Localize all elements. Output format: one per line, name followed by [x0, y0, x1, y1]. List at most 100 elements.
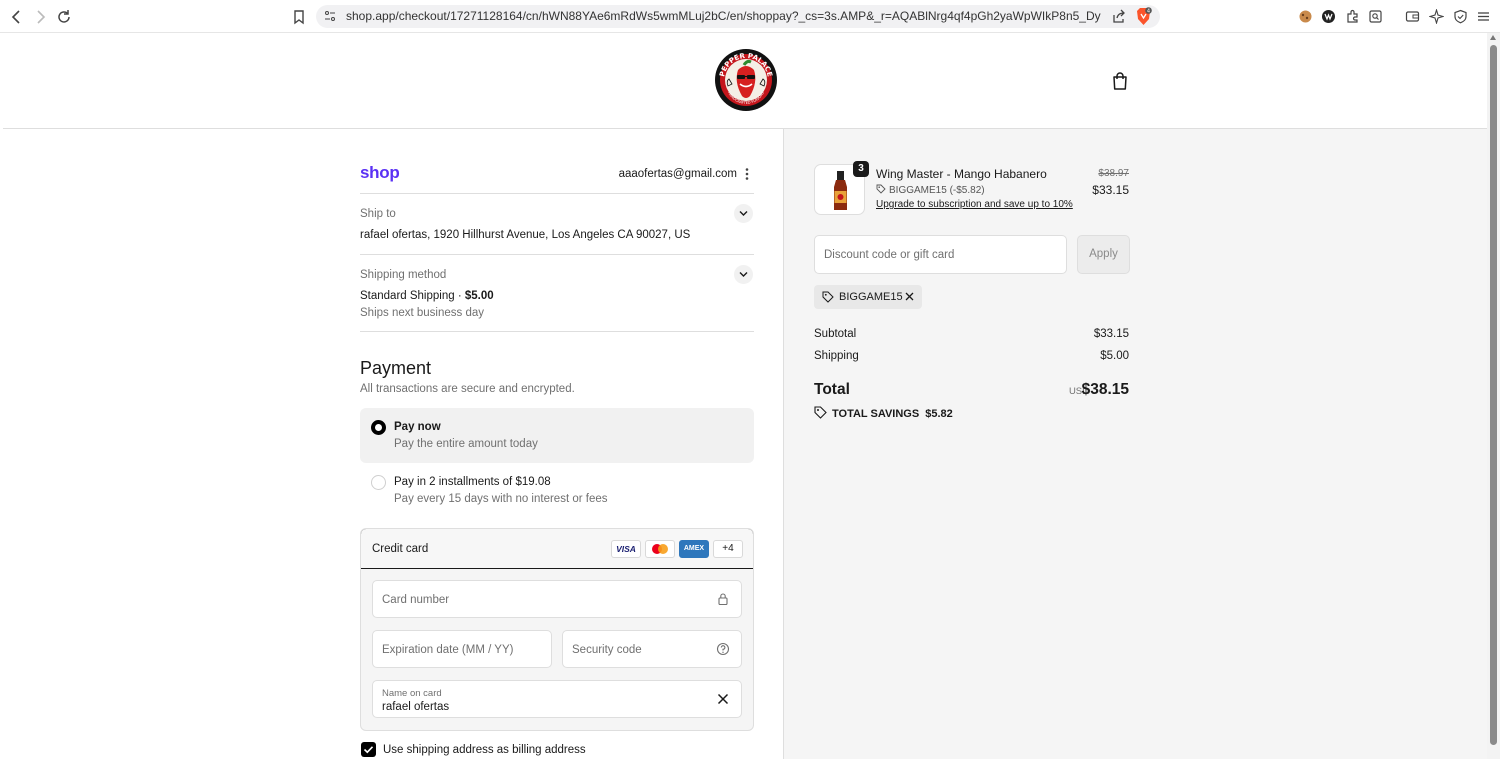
subtotal-label: Subtotal [814, 328, 857, 340]
forward-button[interactable] [31, 8, 49, 26]
pay-now-radio[interactable] [371, 420, 386, 435]
check-icon [363, 746, 374, 754]
total-savings-label: TOTAL SAVINGS [832, 408, 920, 420]
pay-now-sub: Pay the entire amount today [394, 438, 538, 450]
back-button[interactable] [8, 8, 26, 26]
credit-card-panel: Credit card VISA AMEX +4 Card number Exp… [360, 528, 754, 731]
divider [360, 331, 754, 332]
store-header: PEPPER PALACE HANDCRAFTED FLAVORS [3, 33, 1487, 129]
discount-code-input[interactable]: Discount code or gift card [814, 235, 1067, 274]
name-on-card-field[interactable]: Name on card rafael ofertas [372, 680, 742, 718]
pay-now-option[interactable]: Pay now Pay the entire amount today [360, 408, 754, 463]
credit-card-header[interactable]: Credit card VISA AMEX +4 [361, 529, 753, 569]
reload-button[interactable] [55, 8, 73, 26]
pay-installments-title: Pay in 2 installments of $19.08 [394, 476, 551, 488]
shipping-method-name: Standard Shipping · [360, 290, 465, 302]
ship-to-label: Ship to [360, 208, 396, 220]
mastercard-icon [645, 540, 675, 558]
billing-same-checkbox[interactable] [361, 742, 376, 757]
card-number-placeholder: Card number [382, 594, 450, 606]
bookmark-button[interactable] [290, 8, 308, 26]
subtotal-value: $33.15 [1093, 328, 1129, 340]
account-menu-icon[interactable] [744, 167, 750, 181]
url-text[interactable]: shop.app/checkout/17271128164/cn/hWN88YA… [346, 9, 1101, 23]
security-code-field[interactable]: Security code [562, 630, 742, 668]
total-savings-value: $5.82 [925, 408, 953, 420]
extension-privacy-icon[interactable] [1321, 9, 1336, 24]
address-bar[interactable]: shop.app/checkout/17271128164/cn/hWN88YA… [316, 5, 1160, 28]
quantity-badge: 3 [853, 161, 869, 177]
expiration-placeholder: Expiration date (MM / YY) [382, 644, 514, 656]
expiration-field[interactable]: Expiration date (MM / YY) [372, 630, 552, 668]
help-circle-icon[interactable] [716, 642, 730, 656]
shipping-method-price: $5.00 [464, 290, 494, 302]
checkout-main: shop aaaofertas@gmail.com Ship to rafael… [3, 129, 783, 759]
shipping-label: Shipping [814, 350, 859, 362]
tag-icon [814, 406, 827, 419]
security-code-placeholder: Security code [572, 644, 642, 656]
shipping-method-sub: Ships next business day [360, 307, 485, 319]
chevron-down-icon [739, 272, 748, 277]
forward-arrow-icon [37, 10, 46, 24]
billing-same-label[interactable]: Use shipping address as billing address [383, 744, 586, 756]
shopping-bag-icon[interactable] [1111, 71, 1129, 91]
total-label: Total [814, 381, 850, 398]
product-discount: BIGGAME15 (-$5.82) [876, 184, 985, 196]
wallet-icon[interactable] [1405, 9, 1420, 24]
reload-icon [58, 10, 70, 23]
applied-discount-code: BIGGAME15 [839, 291, 903, 303]
pay-now-title: Pay now [394, 421, 441, 433]
discount-code-placeholder: Discount code or gift card [824, 249, 955, 261]
applied-discount-chip: BIGGAME15 [814, 285, 922, 309]
total-savings: TOTAL SAVINGS $5.82 [814, 406, 953, 420]
pepper-palace-logo[interactable]: PEPPER PALACE HANDCRAFTED FLAVORS [714, 48, 778, 112]
shipping-method-label: Shipping method [360, 269, 447, 281]
product-name: Wing Master - Mango Habanero [876, 167, 1047, 181]
tag-icon [822, 291, 834, 303]
pay-installments-radio[interactable] [371, 475, 386, 490]
payment-title: Payment [360, 358, 432, 378]
account-email: aaaofertas@gmail.com [618, 168, 737, 180]
brave-shields-icon[interactable]: 4 [1135, 7, 1152, 26]
ship-to-address: rafael ofertas, 1920 Hillhurst Avenue, L… [360, 229, 691, 241]
payment-subtitle: All transactions are secure and encrypte… [360, 383, 575, 395]
clear-icon[interactable] [716, 692, 730, 706]
bookmark-icon [294, 10, 304, 25]
credit-card-label: Credit card [372, 543, 429, 555]
pay-installments-sub: Pay every 15 days with no interest or fe… [394, 493, 608, 505]
product-discount-text: BIGGAME15 (-$5.82) [889, 185, 985, 196]
site-settings-icon[interactable] [324, 10, 336, 22]
page-scrollbar[interactable] [1487, 33, 1500, 759]
shop-pay-logo[interactable]: shop [360, 163, 400, 183]
more-cards-badge: +4 [713, 540, 743, 558]
shipping-method-value: Standard Shipping · $5.00 [360, 290, 494, 302]
order-summary: 3 Wing Master - Mango Habanero BIGGAME15… [783, 129, 1487, 759]
card-number-field[interactable]: Card number [372, 580, 742, 618]
extensions-puzzle-icon[interactable] [1345, 9, 1360, 24]
svg-text:4: 4 [1147, 8, 1150, 14]
shipping-method-expand-button[interactable] [734, 265, 753, 284]
tag-icon [876, 184, 886, 194]
vpn-shield-icon[interactable] [1453, 9, 1468, 24]
share-icon[interactable] [1111, 9, 1126, 24]
scroll-up-arrow-icon[interactable] [1490, 35, 1496, 40]
product-price: $33.15 [1092, 183, 1129, 197]
upgrade-subscription-link[interactable]: Upgrade to subscription and save up to 1… [876, 199, 1073, 210]
lock-icon [718, 593, 728, 606]
name-on-card-label: Name on card [382, 688, 442, 699]
product-original-price: $38.97 [1098, 168, 1129, 179]
chevron-down-icon [739, 211, 748, 216]
browser-toolbar: shop.app/checkout/17271128164/cn/hWN88YA… [0, 0, 1500, 33]
pay-installments-option[interactable]: Pay in 2 installments of $19.08 Pay ever… [360, 463, 754, 518]
name-on-card-value: rafael ofertas [382, 701, 450, 713]
remove-discount-icon[interactable] [904, 291, 915, 302]
scrollbar-thumb[interactable] [1490, 45, 1497, 745]
browser-menu-icon[interactable] [1476, 9, 1491, 24]
leo-ai-icon[interactable] [1429, 9, 1444, 24]
extension-cookie-icon[interactable] [1298, 9, 1313, 24]
ship-to-expand-button[interactable] [734, 204, 753, 223]
total-value: $38.15 [1081, 381, 1129, 398]
apply-discount-button[interactable]: Apply [1077, 235, 1130, 274]
back-arrow-icon [11, 10, 20, 24]
reader-mode-icon[interactable] [1368, 9, 1383, 24]
